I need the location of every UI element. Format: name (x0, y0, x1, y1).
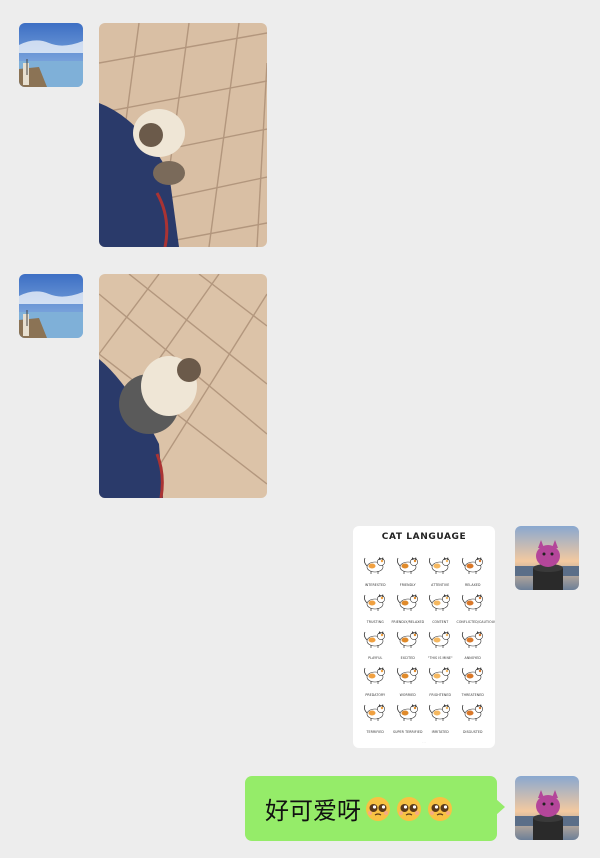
bubble-tail (496, 799, 505, 815)
pier-avatar-image (19, 23, 83, 87)
pier-avatar-image (19, 274, 83, 338)
cat-illustration-icon (461, 630, 483, 648)
cat-illustration-icon (429, 593, 451, 611)
poster-cell-label: IRRITATED (431, 729, 449, 734)
my-avatar[interactable] (515, 526, 579, 590)
poster-grid: INTERESTED FRIENDLY ATTENTIVE RELAXED TRUSTI… (359, 550, 495, 734)
poster-cell: FRIGHTENED (424, 660, 457, 697)
cat-illustration-icon (396, 667, 418, 685)
poster-cell: RELAXED (457, 550, 490, 587)
poster-cell: INTERESTED (359, 550, 392, 587)
message-text: 好可爱呀 (265, 797, 361, 825)
chat-image[interactable] (99, 274, 267, 498)
cat-illustration-icon (429, 557, 451, 574)
poster-cell: ANNOYED (457, 624, 490, 660)
pleading-face-emoji (395, 795, 423, 823)
cat-illustration-icon (461, 593, 483, 611)
poster-cell: FRIENDLY (392, 550, 425, 587)
poster-cell: TRUSTING (359, 587, 392, 624)
cat-photo-image (99, 23, 267, 247)
pleading-face-emoji (364, 795, 392, 823)
poster-cell: THREATENED (457, 660, 490, 697)
poster-cell: CONTENT (424, 587, 457, 624)
pink-toy-avatar-image (515, 776, 579, 840)
poster-cell: FRIENDLY/RELAXED (392, 587, 424, 624)
poster-title: CAT LANGUAGE (381, 532, 467, 542)
chat-image[interactable] (99, 23, 267, 247)
poster-cell: CONFLICTED/CAUTIOUS (457, 587, 495, 624)
cat-illustration-icon (364, 704, 386, 722)
cat-illustration-icon (396, 630, 418, 648)
poster-cell: IRRITATED (424, 697, 457, 734)
poster-cell: PLAYFUL (359, 624, 392, 660)
cat-illustration-icon (461, 667, 483, 685)
poster-cell-label: SUPER TERRIFIED (392, 729, 423, 734)
poster-cell: DISGUSTED (457, 697, 490, 734)
poster-cell: PREDATORY (359, 660, 392, 697)
poster-cell-label: DISGUSTED (462, 729, 483, 734)
cat-illustration-icon (364, 557, 386, 574)
poster-cell: WORRIED (392, 660, 425, 697)
contact-avatar[interactable] (19, 23, 83, 87)
my-avatar[interactable] (515, 776, 579, 840)
poster-cell-label: TERRIFIED (366, 729, 384, 734)
cat-illustration-icon (429, 630, 451, 648)
cat-illustration-icon (364, 630, 386, 648)
poster-cell: SUPER TERRIFIED (392, 697, 425, 734)
pink-toy-avatar-image (515, 526, 579, 590)
poster-cell: EXCITED (392, 624, 425, 660)
cat-illustration-icon (429, 704, 451, 722)
cat-illustration-icon (396, 557, 418, 574)
cat-photo-image (99, 274, 267, 498)
cat-illustration-icon (396, 593, 418, 611)
poster-cell: ATTENTIVE (424, 550, 457, 587)
cat-illustration-icon (364, 593, 386, 611)
poster-cell: "THIS IS MINE" (424, 624, 457, 660)
cat-illustration-icon (396, 704, 418, 722)
chat-image-cat-language-poster[interactable]: CAT LANGUAGE INTERESTED FRIENDLY ATTENTIVE… (353, 526, 495, 748)
cat-illustration-icon (364, 667, 386, 685)
cat-illustration-icon (429, 667, 451, 685)
pleading-face-emoji (426, 795, 454, 823)
poster-cell: TERRIFIED (359, 697, 392, 734)
message-bubble[interactable]: 好可爱呀 (245, 776, 497, 841)
cat-illustration-icon (461, 704, 483, 722)
poster-footer: · · · (421, 741, 427, 744)
cat-illustration-icon (461, 557, 483, 574)
contact-avatar[interactable] (19, 274, 83, 338)
